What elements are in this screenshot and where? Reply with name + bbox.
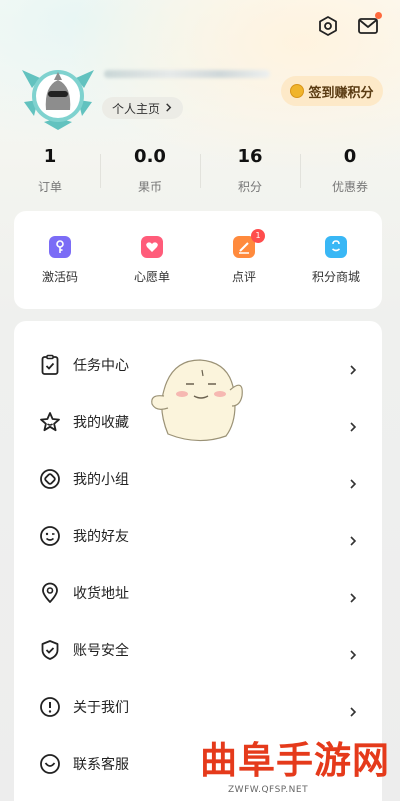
top-toolbar	[316, 12, 382, 38]
menu-item-label: 联系客服	[73, 757, 129, 773]
quick-actions-card: 激活码 心愿单 1 点评 积分商城	[14, 211, 382, 309]
stat-value: 16	[237, 146, 263, 167]
watermark-title: 曲阜手游网	[200, 738, 390, 782]
mail-icon[interactable]	[356, 12, 382, 38]
quick-action-wishlist[interactable]: 心愿单	[106, 211, 198, 309]
menu-item-label: 我的小组	[73, 472, 129, 488]
chevron-right-icon	[348, 531, 358, 546]
menu-item-about-us[interactable]: 关于我们	[14, 679, 382, 735]
checkin-button[interactable]: 签到赚积分	[281, 76, 383, 106]
chevron-right-icon	[348, 360, 358, 375]
chevron-right-icon	[348, 474, 358, 489]
quick-action-label: 心愿单	[133, 270, 170, 284]
quick-action-activation-code[interactable]: 激活码	[14, 211, 106, 309]
shopping-bag-icon	[325, 236, 347, 258]
stat-value: 0.0	[134, 146, 166, 167]
mascot-illustration	[148, 350, 246, 444]
stat-label: 优惠券	[331, 180, 368, 194]
unread-dot	[375, 12, 382, 19]
chevron-right-icon	[348, 588, 358, 603]
profile-link-label: 个人主页	[112, 101, 161, 116]
chevron-right-icon	[348, 417, 358, 432]
chevron-right-icon	[348, 645, 358, 660]
stat-label: 积分	[237, 180, 262, 194]
coin-icon	[290, 84, 305, 98]
menu-item-label: 关于我们	[73, 700, 129, 716]
stat-value: 0	[343, 146, 357, 167]
watermark-subtitle: ZWFW.QFSP.NET	[228, 785, 309, 795]
menu-item-friends[interactable]: 我的好友	[14, 508, 382, 564]
pen-icon: 1	[233, 229, 265, 258]
wink-face-icon	[38, 524, 62, 548]
review-badge: 1	[251, 229, 265, 243]
checkin-label: 签到赚积分	[308, 85, 374, 101]
menu-item-label: 任务中心	[73, 358, 129, 374]
menu-item-groups[interactable]: 我的小组	[14, 451, 382, 507]
quick-action-label: 点评	[231, 270, 256, 284]
profile-link[interactable]: 个人主页	[102, 97, 184, 119]
stat-orders[interactable]: 1 订单	[0, 146, 100, 200]
quick-action-points-mall[interactable]: 积分商城	[290, 211, 382, 309]
stat-coupons[interactable]: 0 优惠券	[300, 146, 400, 200]
watermark-logo: 曲阜手游网 ZWFW.QFSP.NET	[196, 740, 400, 801]
stat-points[interactable]: 16 积分	[200, 146, 300, 200]
star-icon	[38, 410, 62, 434]
settings-icon[interactable]	[316, 14, 340, 38]
location-pin-icon	[38, 581, 62, 605]
username-blurred	[104, 70, 270, 78]
quick-action-label: 积分商城	[311, 270, 360, 284]
stat-value: 1	[43, 146, 57, 167]
info-circle-icon	[38, 695, 62, 719]
menu-item-account-security[interactable]: 账号安全	[14, 622, 382, 678]
heart-icon	[141, 236, 163, 258]
customer-service-icon	[38, 752, 62, 776]
menu-item-label: 我的收藏	[73, 415, 129, 431]
menu-item-label: 收货地址	[73, 586, 129, 602]
chevron-right-icon	[348, 702, 358, 717]
stat-label: 订单	[37, 180, 62, 194]
stats-bar: 1 订单 0.0 果币 16 积分 0 优惠券	[0, 146, 400, 200]
quick-action-label: 激活码	[41, 270, 78, 284]
menu-item-address[interactable]: 收货地址	[14, 565, 382, 621]
menu-item-label: 账号安全	[73, 643, 129, 659]
shield-check-icon	[38, 638, 62, 662]
chevron-right-icon	[164, 101, 173, 115]
group-icon	[38, 467, 62, 491]
clipboard-check-icon	[38, 353, 62, 377]
stat-label: 果币	[137, 180, 162, 194]
key-icon	[49, 236, 71, 258]
menu-item-label: 我的好友	[73, 529, 129, 545]
avatar[interactable]	[18, 60, 98, 132]
quick-action-review[interactable]: 1 点评	[198, 211, 290, 309]
stat-coins[interactable]: 0.0 果币	[100, 146, 200, 200]
